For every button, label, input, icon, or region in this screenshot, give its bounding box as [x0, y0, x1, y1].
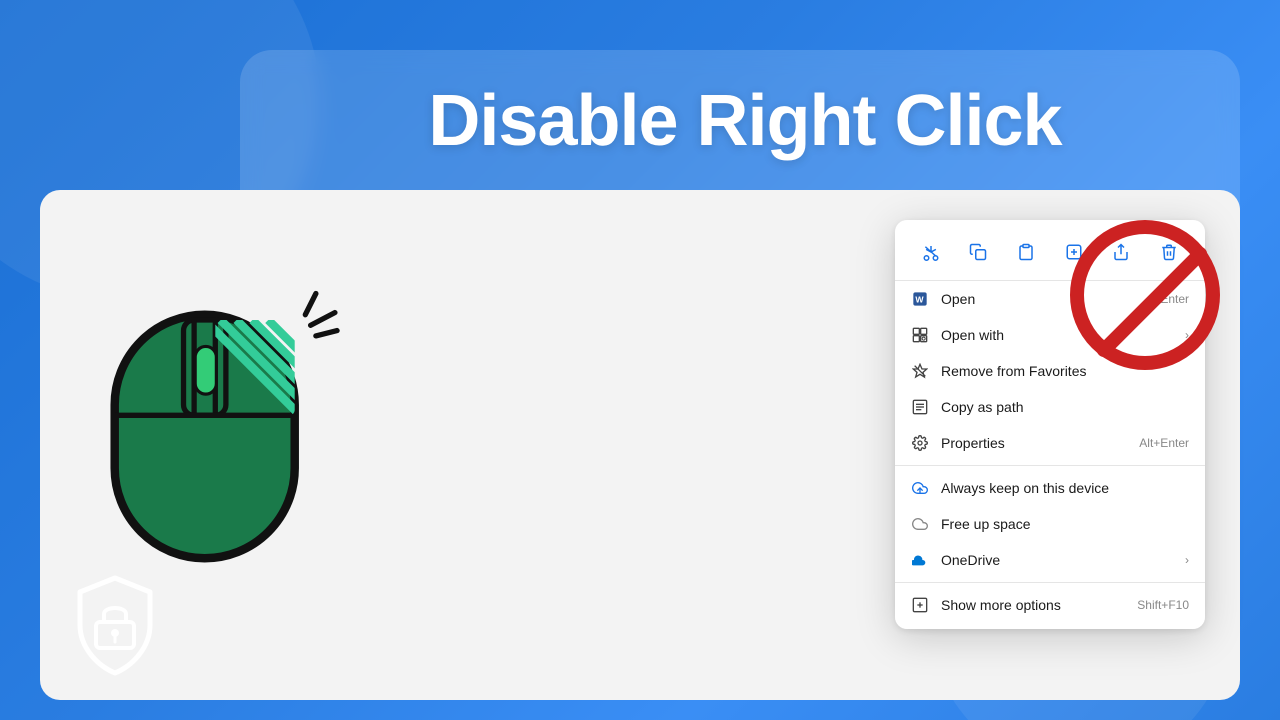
copy-path-icon [911, 398, 929, 416]
remove-favorites-label: Remove from Favorites [941, 363, 1189, 379]
menu-item-open[interactable]: W Open Enter [895, 281, 1205, 317]
onedrive-arrow: › [1185, 553, 1189, 567]
free-up-icon [911, 515, 929, 533]
menu-divider-2 [895, 582, 1205, 583]
menu-divider-1 [895, 465, 1205, 466]
context-menu-toolbar [895, 226, 1205, 281]
share-icon[interactable] [1103, 234, 1139, 270]
always-keep-icon [911, 479, 929, 497]
show-more-icon [911, 596, 929, 614]
show-more-shortcut: Shift+F10 [1137, 598, 1189, 612]
properties-shortcut: Alt+Enter [1139, 436, 1189, 450]
copy-path-label: Copy as path [941, 399, 1189, 415]
paste-icon[interactable] [1008, 234, 1044, 270]
open-with-icon [911, 326, 929, 344]
menu-item-always-keep[interactable]: Always keep on this device [895, 470, 1205, 506]
properties-icon [911, 434, 929, 452]
open-with-label: Open with [941, 327, 1173, 343]
word-icon: W [911, 290, 929, 308]
menu-item-onedrive[interactable]: OneDrive › [895, 542, 1205, 578]
context-menu: W Open Enter Open with › Remove from Fav… [895, 220, 1205, 629]
properties-label: Properties [941, 435, 1127, 451]
open-shortcut: Enter [1160, 292, 1189, 306]
open-with-arrow: › [1185, 328, 1189, 342]
always-keep-label: Always keep on this device [941, 480, 1189, 496]
open-label: Open [941, 291, 1148, 307]
show-more-label: Show more options [941, 597, 1125, 613]
cut-icon[interactable] [913, 234, 949, 270]
free-up-label: Free up space [941, 516, 1189, 532]
page-title: Disable Right Click [250, 80, 1240, 162]
menu-item-open-with[interactable]: Open with › [895, 317, 1205, 353]
favorites-icon [911, 362, 929, 380]
delete-icon[interactable] [1151, 234, 1187, 270]
ai-icon[interactable] [1056, 234, 1092, 270]
onedrive-label: OneDrive [941, 552, 1173, 568]
menu-item-free-up-space[interactable]: Free up space [895, 506, 1205, 542]
menu-item-remove-favorites[interactable]: Remove from Favorites [895, 353, 1205, 389]
onedrive-icon [911, 551, 929, 569]
copy-icon[interactable] [960, 234, 996, 270]
menu-item-properties[interactable]: Properties Alt+Enter [895, 425, 1205, 461]
svg-text:W: W [915, 294, 924, 304]
mouse-illustration [80, 230, 420, 630]
menu-item-show-more[interactable]: Show more options Shift+F10 [895, 587, 1205, 623]
menu-item-copy-path[interactable]: Copy as path [895, 389, 1205, 425]
